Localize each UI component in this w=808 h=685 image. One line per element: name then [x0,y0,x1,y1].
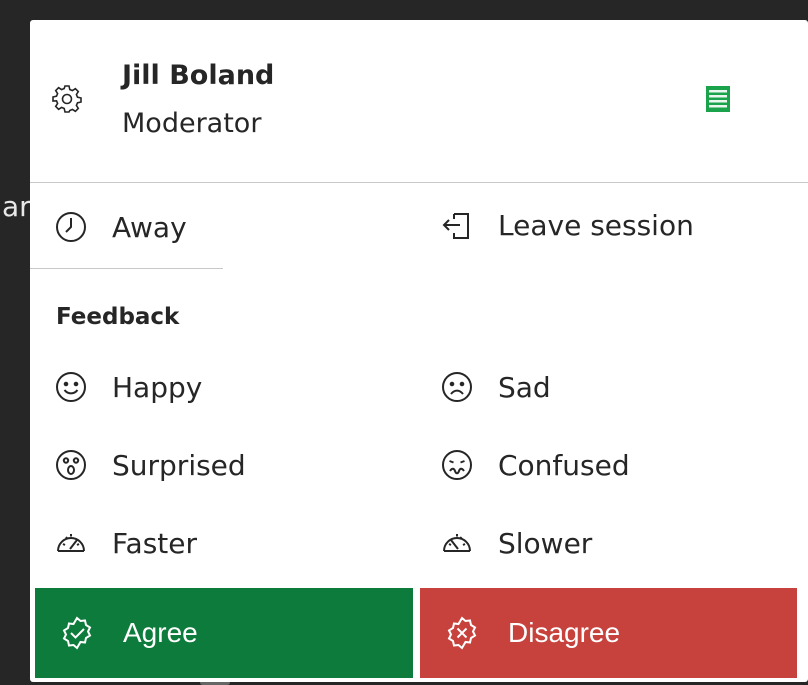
leave-session-item[interactable]: Leave session [440,208,694,242]
feedback-surprised-label: Surprised [112,448,246,482]
surprised-face-icon [56,450,86,480]
agree-button[interactable]: Agree [35,588,413,678]
divider [30,268,223,269]
sad-face-icon [442,372,472,402]
away-item[interactable]: Away [54,210,187,244]
disagree-label: Disagree [508,617,621,648]
leave-session-label: Leave session [498,208,694,242]
feedback-slower[interactable]: Slower [440,526,592,560]
faster-speedometer-icon [57,534,85,552]
user-menu-panel: Jill Boland Moderator Away Leave session… [30,20,808,682]
feedback-slower-label: Slower [498,526,593,560]
list-view-icon[interactable] [705,85,731,113]
user-header: Jill Boland Moderator [30,20,808,183]
clock-icon [56,212,86,242]
away-label: Away [112,210,187,244]
background-text-left: ar [2,190,31,223]
feedback-sad[interactable]: Sad [440,370,551,404]
agree-label: Agree [123,617,198,648]
feedback-confused-label: Confused [498,448,630,482]
feedback-happy[interactable]: Happy [54,370,202,404]
leave-session-icon [442,213,469,239]
feedback-surprised[interactable]: Surprised [54,448,246,482]
feedback-faster-label: Faster [112,526,197,560]
confused-face-icon [442,450,472,480]
agree-check-badge-icon [62,616,92,650]
feedback-happy-label: Happy [112,370,203,404]
disagree-x-badge-icon [447,616,477,650]
disagree-button[interactable]: Disagree [420,588,797,678]
user-role: Moderator [122,108,262,139]
happy-face-icon [56,372,86,402]
slower-speedometer-icon [443,534,471,552]
feedback-sad-label: Sad [498,370,551,404]
feedback-confused[interactable]: Confused [440,448,630,482]
feedback-title: Feedback [56,304,180,330]
user-name: Jill Boland [122,60,275,91]
gear-icon[interactable] [52,84,82,114]
feedback-faster[interactable]: Faster [54,526,197,560]
